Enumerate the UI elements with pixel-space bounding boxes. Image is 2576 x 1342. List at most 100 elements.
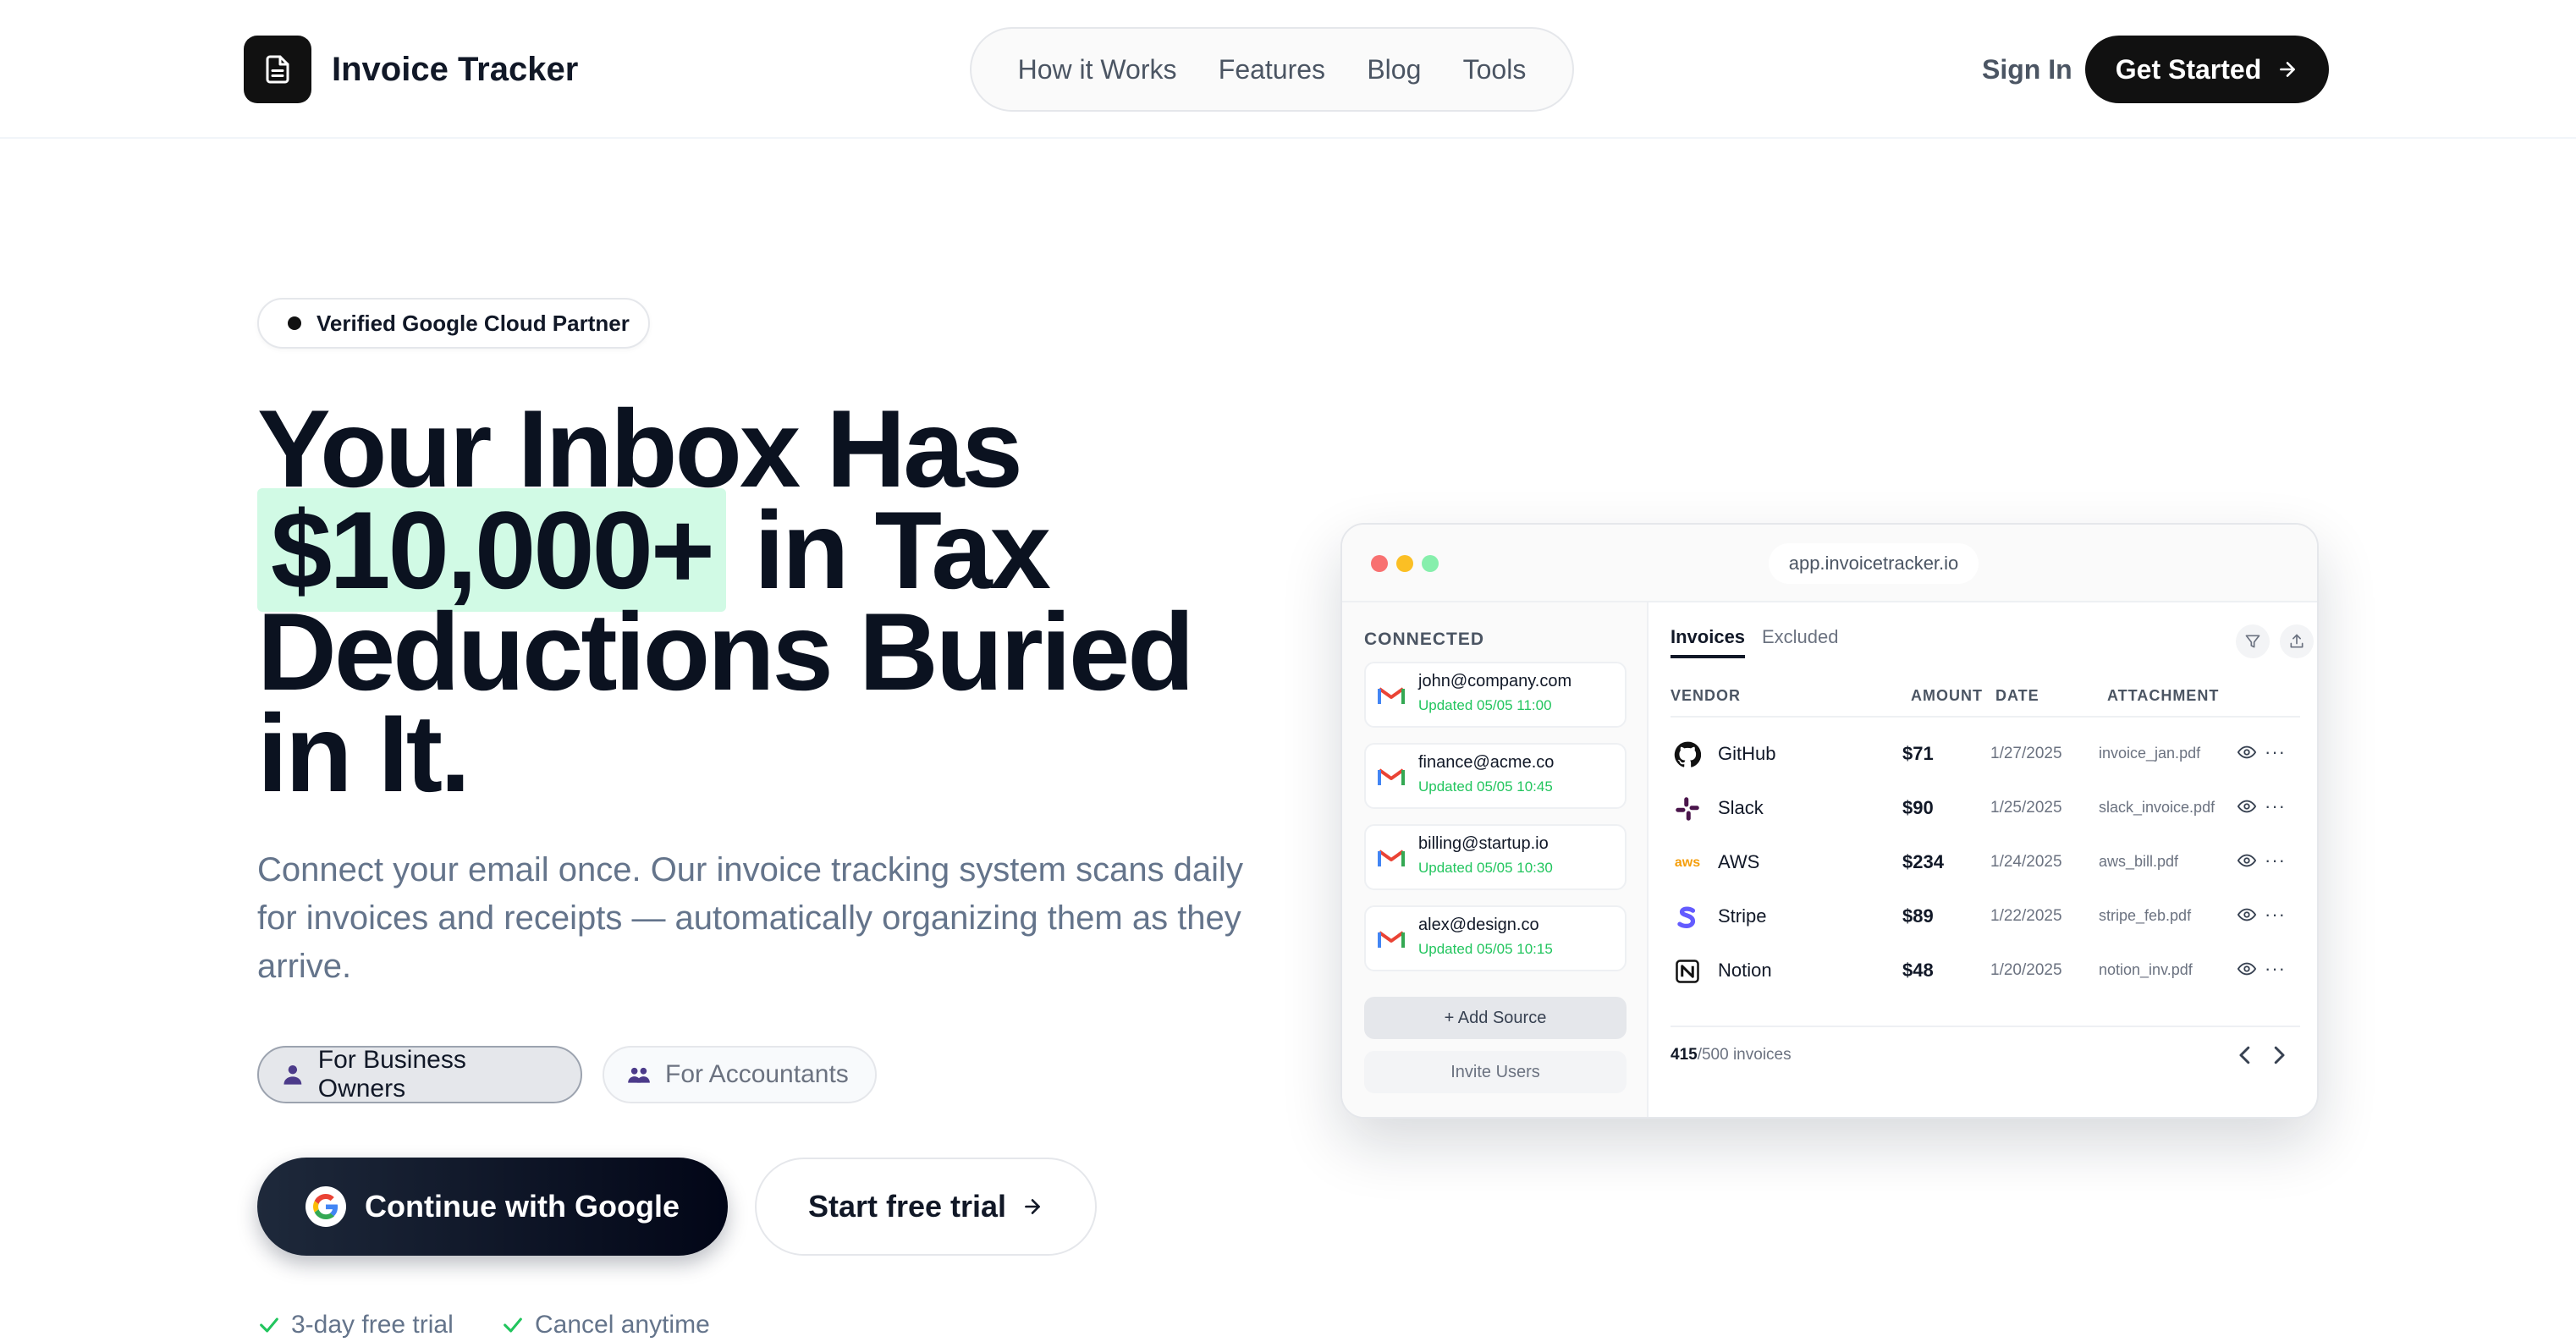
invoice-amount: $234: [1902, 851, 1944, 872]
google-logo: [305, 1186, 347, 1227]
vendor-name: GitHub: [1718, 743, 1776, 764]
nav-tools[interactable]: Tools: [1463, 54, 1527, 85]
account-updated: Updated 05/05 10:15: [1418, 941, 1553, 957]
perk-free-trial: 3-day free trial: [257, 1308, 454, 1342]
invoice-date: 1/27/2025: [1990, 745, 2062, 762]
attachment-file[interactable]: aws_bill.pdf: [2099, 853, 2178, 871]
nav-blog[interactable]: Blog: [1367, 54, 1421, 85]
headline-line-1: Your Inbox Has: [257, 387, 1023, 510]
invite-users-button[interactable]: Invite Users: [1364, 1051, 1627, 1093]
brand-name[interactable]: Invoice Tracker: [332, 47, 578, 91]
eye-icon[interactable]: [2236, 797, 2258, 816]
nav-features[interactable]: Features: [1219, 54, 1325, 85]
vendor-name: AWS: [1718, 851, 1760, 872]
persona-accountants-toggle[interactable]: For Accountants: [603, 1046, 877, 1103]
filter-icon: [2245, 635, 2260, 648]
invoice-count: 415/500 invoices: [1671, 1046, 1792, 1064]
chevron-right-icon[interactable]: [2266, 1042, 2292, 1068]
eye-icon[interactable]: [2236, 851, 2258, 870]
attachment-file[interactable]: notion_inv.pdf: [2099, 961, 2193, 979]
tab-invoices[interactable]: Invoices: [1671, 626, 1746, 658]
chevron-left-icon[interactable]: [2232, 1042, 2258, 1068]
window-titlebar: app.invoicetracker.io: [1342, 525, 2317, 602]
account-card[interactable]: billing@startup.io Updated 05/05 10:30: [1364, 824, 1627, 890]
account-email: john@company.com: [1418, 672, 1572, 690]
address-bar: app.invoicetracker.io: [1769, 543, 1979, 584]
badge-text: Verified Google Cloud Partner: [316, 310, 630, 336]
window-close-dot: [1371, 555, 1388, 572]
hero-subtext: Connect your email once. Our invoice tra…: [257, 851, 1243, 985]
app-preview-window: app.invoicetracker.io CONNECTED john@com…: [1340, 523, 2319, 1119]
notion-icon: [1674, 958, 1701, 985]
eye-icon[interactable]: [2236, 960, 2258, 978]
page-title: Your Inbox Has $10,000+ in Tax Deduction…: [257, 387, 1273, 815]
stripe-icon: [1674, 904, 1701, 931]
trial-button-label: Start free trial: [807, 1189, 1007, 1224]
more-options-icon[interactable]: ···: [2265, 741, 2286, 763]
get-started-button[interactable]: Get Started: [2085, 36, 2329, 103]
aws-icon: aws: [1674, 850, 1701, 877]
account-email: billing@startup.io: [1418, 834, 1549, 853]
more-options-icon[interactable]: ···: [2265, 958, 2286, 980]
tab-excluded[interactable]: Excluded: [1762, 626, 1839, 648]
attachment-file[interactable]: stripe_feb.pdf: [2099, 907, 2191, 925]
invoice-date: 1/20/2025: [1990, 961, 2062, 979]
add-source-button[interactable]: + Add Source: [1364, 997, 1627, 1039]
logo[interactable]: [244, 36, 311, 103]
continue-with-google-button[interactable]: Continue with Google: [257, 1158, 728, 1256]
perk-free-trial-label: 3-day free trial: [291, 1311, 454, 1339]
users-icon: [628, 1067, 650, 1083]
start-free-trial-button[interactable]: Start free trial: [755, 1158, 1097, 1256]
vendor-name: Slack: [1718, 797, 1764, 818]
persona-business-label: For Business Owners: [317, 1046, 466, 1103]
invoice-count-total: /500 invoices: [1697, 1046, 1792, 1064]
account-card[interactable]: finance@acme.co Updated 05/05 10:45: [1364, 743, 1627, 809]
gmail-icon: [1378, 768, 1405, 785]
google-button-label: Continue with Google: [365, 1189, 680, 1224]
arrow-right-icon: [1025, 1199, 1040, 1214]
filter-button[interactable]: [2236, 624, 2270, 658]
vendor-name: Notion: [1718, 960, 1772, 981]
table-row[interactable]: GitHub $71 1/27/2025 invoice_jan.pdf ···: [1649, 726, 2317, 780]
account-card[interactable]: alex@design.co Updated 05/05 10:15: [1364, 905, 1627, 971]
nav-how-it-works[interactable]: How it Works: [1018, 54, 1177, 85]
more-options-icon[interactable]: ···: [2265, 795, 2286, 817]
persona-accountants-label: For Accountants: [665, 1060, 849, 1088]
attachment-file[interactable]: slack_invoice.pdf: [2099, 799, 2215, 817]
export-button[interactable]: [2280, 624, 2314, 658]
table-row[interactable]: Notion $48 1/20/2025 notion_inv.pdf ···: [1649, 943, 2317, 997]
user-icon: [283, 1065, 302, 1085]
vendor-name: Stripe: [1718, 905, 1767, 927]
eye-icon[interactable]: [2236, 743, 2258, 762]
badge-dot: [288, 316, 301, 330]
check-icon: [260, 1317, 278, 1333]
attachment-file[interactable]: invoice_jan.pdf: [2099, 745, 2200, 762]
invoice-amount: $71: [1902, 743, 1934, 764]
google-icon: [313, 1194, 339, 1219]
connected-title: CONNECTED: [1364, 630, 1485, 649]
window-minimize-dot: [1396, 555, 1413, 572]
sign-in-link[interactable]: Sign In: [1982, 49, 2072, 90]
more-options-icon[interactable]: ···: [2265, 904, 2286, 926]
invoice-count-used: 415: [1671, 1046, 1698, 1064]
check-icon: [504, 1317, 522, 1333]
table-row[interactable]: Stripe $89 1/22/2025 stripe_feb.pdf ···: [1649, 888, 2317, 943]
nav-links: How it Works Features Blog Tools: [970, 27, 1574, 112]
column-header-vendor: VENDOR: [1671, 687, 1742, 704]
table-row[interactable]: aws AWS $234 1/24/2025 aws_bill.pdf ···: [1649, 834, 2317, 888]
account-card[interactable]: john@company.com Updated 05/05 11:00: [1364, 662, 1627, 728]
headline-line-4: in It.: [257, 691, 471, 815]
persona-business-owners-toggle[interactable]: For Business Owners: [257, 1046, 582, 1103]
perk-cancel-anytime-label: Cancel anytime: [535, 1311, 710, 1339]
aws-logo-text: aws: [1674, 855, 1701, 870]
github-icon: [1674, 741, 1701, 768]
invoice-amount: $48: [1902, 960, 1934, 981]
gmail-icon: [1378, 850, 1405, 866]
eye-icon[interactable]: [2236, 905, 2258, 924]
more-options-icon[interactable]: ···: [2265, 850, 2286, 872]
column-header-date: DATE: [1995, 687, 2039, 704]
table-row[interactable]: Slack $90 1/25/2025 slack_invoice.pdf ··…: [1649, 780, 2317, 834]
invoice-date: 1/22/2025: [1990, 907, 2062, 925]
gmail-icon: [1378, 687, 1405, 704]
account-email: alex@design.co: [1418, 916, 1539, 934]
